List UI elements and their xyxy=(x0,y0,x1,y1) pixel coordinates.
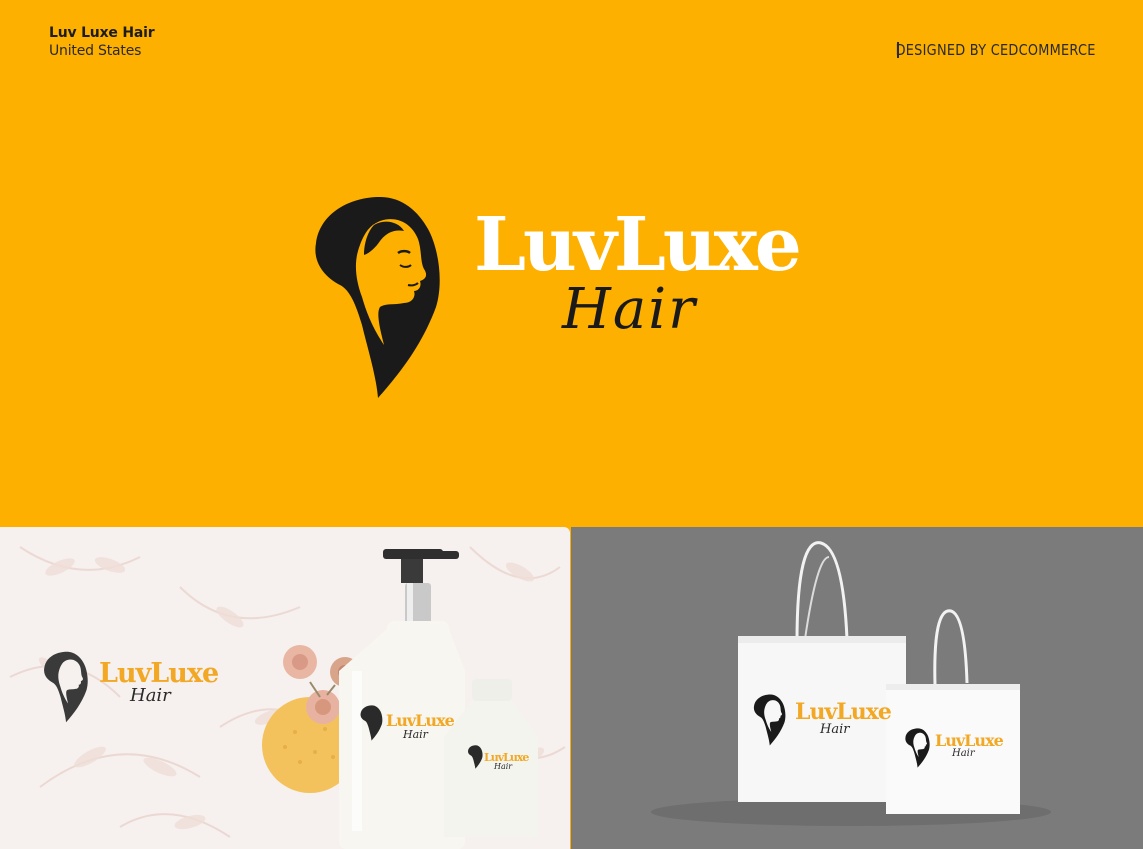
bottle-mockup-panel: LuvLuxe Hair LuvLuxe Hair LuvLuxe Hair xyxy=(0,527,570,849)
mockup-wordmark: LuvLuxe xyxy=(99,658,219,689)
client-location: United States xyxy=(49,43,142,59)
bag-large-wordmark: LuvLuxe xyxy=(795,699,892,725)
logo-script: Hair xyxy=(562,277,697,342)
bag-mockup-panel: LuvLuxe Hair LuvLuxe Hair xyxy=(571,527,1143,849)
woman-profile-icon xyxy=(468,745,483,769)
woman-profile-icon xyxy=(315,197,440,398)
client-name: Luv Luxe Hair xyxy=(49,25,155,41)
bottle-script: Hair xyxy=(403,728,428,741)
bag-small-wordmark: LuvLuxe xyxy=(935,731,1004,750)
woman-profile-icon xyxy=(905,728,930,768)
woman-profile-icon xyxy=(753,694,786,746)
bag-large-script: Hair xyxy=(820,722,850,737)
mockup-script: Hair xyxy=(130,685,171,706)
shopping-bags xyxy=(651,541,1051,826)
woman-profile-icon xyxy=(44,651,88,723)
hero-banner: Luv Luxe Hair United States DESIGNED BY … xyxy=(0,0,1143,527)
woman-profile-icon xyxy=(360,705,383,741)
small-bottle-script: Hair xyxy=(494,762,513,771)
designer-credit: DESIGNED BY CEDCOMMERCE xyxy=(895,41,1096,59)
logo-wordmark: LuvLuxe xyxy=(474,202,802,288)
bag-small-script: Hair xyxy=(952,748,975,759)
